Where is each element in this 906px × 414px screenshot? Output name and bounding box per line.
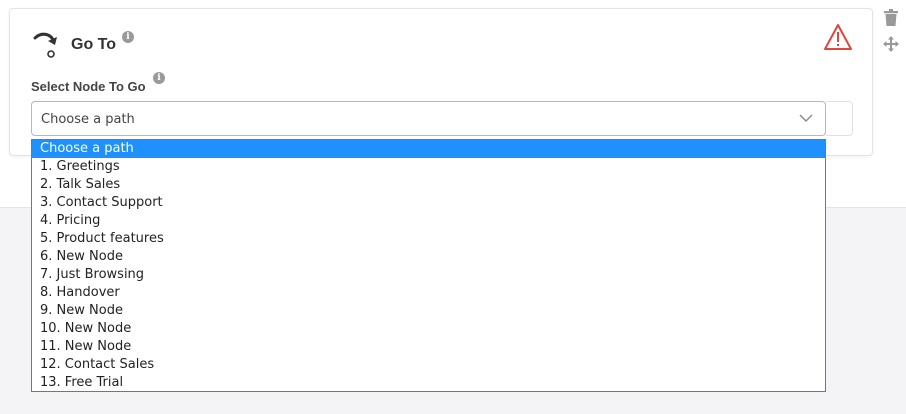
warning-triangle-icon (824, 24, 852, 50)
dropdown-option[interactable]: 3. Contact Support (32, 194, 825, 212)
move-arrows-icon[interactable] (883, 36, 899, 52)
dropdown-option[interactable]: 11. New Node (32, 338, 825, 356)
dropdown-option[interactable]: 10. New Node (32, 320, 825, 338)
dropdown-option[interactable]: 13. Free Trial (32, 374, 825, 391)
label-info-icon[interactable]: i (153, 72, 165, 84)
dropdown-option[interactable]: 1. Greetings (32, 158, 825, 176)
select-node-label: Select Node To Go (31, 79, 146, 94)
dropdown-option[interactable]: 2. Talk Sales (32, 176, 825, 194)
node-title: Go To (71, 36, 117, 53)
dropdown-option[interactable]: 8. Handover (32, 284, 825, 302)
node-select-value: Choose a path (41, 112, 135, 127)
title-info-icon[interactable]: i (122, 31, 134, 43)
trash-icon[interactable] (884, 9, 898, 26)
chevron-down-icon (799, 114, 813, 122)
goto-arrow-icon (33, 32, 57, 58)
node-select-dropdown: Choose a path 1. Greetings 2. Talk Sales 3.… (31, 139, 826, 392)
node-select[interactable]: Choose a path (31, 101, 826, 136)
dropdown-option[interactable]: 6. New Node (32, 248, 825, 266)
dropdown-option[interactable]: Choose a path (32, 140, 825, 158)
dropdown-option[interactable]: 4. Pricing (32, 212, 825, 230)
goto-node-card: Go To i Select Node To Go i Choose a pat… (9, 8, 873, 156)
dropdown-option[interactable]: 12. Contact Sales (32, 356, 825, 374)
dropdown-option[interactable]: 9. New Node (32, 302, 825, 320)
dropdown-option[interactable]: 5. Product features (32, 230, 825, 248)
select-addon (826, 101, 853, 136)
dropdown-option[interactable]: 7. Just Browsing (32, 266, 825, 284)
